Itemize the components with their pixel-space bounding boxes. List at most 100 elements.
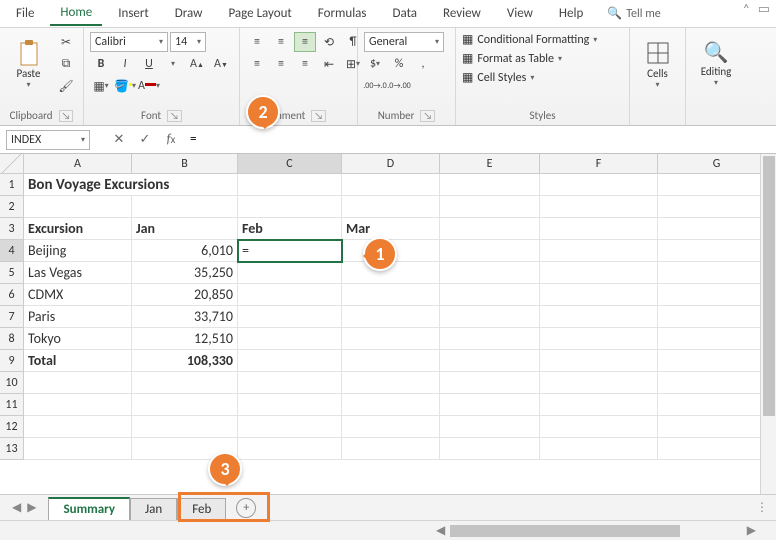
tab-home[interactable]: Home xyxy=(50,1,102,26)
vertical-scrollbar[interactable] xyxy=(760,154,776,520)
align-right-button[interactable]: ≡ xyxy=(294,54,316,74)
cell[interactable] xyxy=(658,174,776,196)
tab-nav-prev-icon[interactable]: ◀ xyxy=(12,500,21,515)
cell-b4[interactable]: 6,010 xyxy=(132,240,238,262)
tab-insert[interactable]: Insert xyxy=(108,2,159,25)
tab-review[interactable]: Review xyxy=(433,2,491,25)
cell[interactable] xyxy=(540,306,658,328)
cell[interactable] xyxy=(342,350,440,372)
cell[interactable] xyxy=(540,284,658,306)
cell[interactable] xyxy=(440,218,540,240)
cell[interactable] xyxy=(540,350,658,372)
cell[interactable] xyxy=(132,196,238,218)
row-header[interactable]: 11 xyxy=(0,394,24,416)
cell[interactable] xyxy=(342,306,440,328)
col-header-d[interactable]: D xyxy=(342,154,440,174)
cell[interactable] xyxy=(440,240,540,262)
cell[interactable] xyxy=(540,262,658,284)
cell[interactable] xyxy=(238,262,342,284)
tab-help[interactable]: Help xyxy=(549,2,593,25)
align-left-button[interactable]: ≡ xyxy=(246,54,268,74)
tab-nav-next-icon[interactable]: ▶ xyxy=(27,500,36,515)
cell[interactable] xyxy=(440,328,540,350)
row-header[interactable]: 3 xyxy=(0,218,24,240)
col-header-g[interactable]: G xyxy=(658,154,776,174)
cell[interactable] xyxy=(238,394,342,416)
cell[interactable] xyxy=(24,416,132,438)
cell[interactable] xyxy=(658,262,776,284)
paste-button[interactable]: Paste ▾ xyxy=(6,32,51,96)
cell[interactable] xyxy=(440,372,540,394)
cell-b6[interactable]: 20,850 xyxy=(132,284,238,306)
cell[interactable] xyxy=(540,218,658,240)
cell[interactable] xyxy=(238,284,342,306)
cell[interactable] xyxy=(24,394,132,416)
copy-button[interactable]: ⧉ xyxy=(55,54,77,74)
cell[interactable] xyxy=(440,284,540,306)
cell-d3[interactable]: Mar xyxy=(342,218,440,240)
align-bottom-button[interactable]: ≡ xyxy=(294,32,316,52)
tab-draw[interactable]: Draw xyxy=(165,2,213,25)
comma-button[interactable]: , xyxy=(412,54,434,74)
bold-button[interactable]: B xyxy=(90,54,112,74)
cell-a7[interactable]: Paris xyxy=(24,306,132,328)
row-header[interactable]: 12 xyxy=(0,416,24,438)
cell[interactable] xyxy=(238,372,342,394)
orientation-button[interactable]: ⟲ xyxy=(318,32,340,52)
cell-a5[interactable]: Las Vegas xyxy=(24,262,132,284)
cells-area[interactable]: Bon Voyage Excursions Excursion Jan Feb … xyxy=(24,174,776,460)
col-header-f[interactable]: F xyxy=(540,154,658,174)
scroll-thumb[interactable] xyxy=(763,156,775,416)
tab-split-handle[interactable]: ⋮ xyxy=(748,500,776,515)
cell-b3[interactable]: Jan xyxy=(132,218,238,240)
cell-c3[interactable]: Feb xyxy=(238,218,342,240)
row-header[interactable]: 6 xyxy=(0,284,24,306)
cell[interactable] xyxy=(440,174,540,196)
cell[interactable] xyxy=(540,416,658,438)
cell[interactable] xyxy=(658,394,776,416)
cell-a4[interactable]: Beijing xyxy=(24,240,132,262)
cell[interactable] xyxy=(440,438,540,460)
col-header-a[interactable]: A xyxy=(24,154,132,174)
sheet-tab-jan[interactable]: Jan xyxy=(130,498,177,520)
cell[interactable] xyxy=(238,196,342,218)
cell[interactable] xyxy=(342,196,440,218)
tab-view[interactable]: View xyxy=(497,2,543,25)
decrease-decimal-button[interactable]: .0→.00 xyxy=(388,76,410,96)
cell-b9[interactable]: 108,330 xyxy=(132,350,238,372)
row-header[interactable]: 4 xyxy=(0,240,24,262)
cell[interactable] xyxy=(238,416,342,438)
name-box[interactable]: INDEX▾ xyxy=(6,130,90,150)
format-as-table-button[interactable]: ▦Format as Table▾ xyxy=(462,51,562,66)
cell[interactable] xyxy=(342,284,440,306)
conditional-formatting-button[interactable]: ▦Conditional Formatting▾ xyxy=(462,32,597,47)
scroll-thumb[interactable] xyxy=(450,525,680,537)
cell[interactable] xyxy=(342,372,440,394)
fill-color-button[interactable]: 🪣▾ xyxy=(114,76,136,96)
cell[interactable] xyxy=(342,174,440,196)
borders-button[interactable]: ▦▾ xyxy=(90,76,112,96)
row-header[interactable]: 9 xyxy=(0,350,24,372)
cell[interactable] xyxy=(342,328,440,350)
cell[interactable] xyxy=(238,174,342,196)
font-name-select[interactable]: Calibri▾ xyxy=(90,32,168,52)
cell[interactable] xyxy=(540,240,658,262)
cells-button[interactable]: Cells ▾ xyxy=(636,32,679,96)
tell-me-search[interactable]: 🔍 Tell me xyxy=(607,6,660,21)
cell-c4[interactable]: = xyxy=(238,240,342,262)
horizontal-scrollbar[interactable]: ◀ ▶ xyxy=(0,520,776,540)
currency-button[interactable]: $▾ xyxy=(364,54,386,74)
cell[interactable] xyxy=(238,328,342,350)
percent-button[interactable]: % xyxy=(388,54,410,74)
cell[interactable] xyxy=(132,416,238,438)
scroll-right-icon[interactable]: ▶ xyxy=(747,523,756,538)
cell[interactable] xyxy=(440,416,540,438)
cell[interactable] xyxy=(658,372,776,394)
tab-page-layout[interactable]: Page Layout xyxy=(218,2,301,25)
increase-font-button[interactable]: A▲ xyxy=(186,54,208,74)
cell[interactable] xyxy=(658,240,776,262)
cell-a3[interactable]: Excursion xyxy=(24,218,132,240)
italic-button[interactable]: I xyxy=(114,54,136,74)
decrease-font-button[interactable]: A▼ xyxy=(210,54,232,74)
cell[interactable] xyxy=(658,416,776,438)
